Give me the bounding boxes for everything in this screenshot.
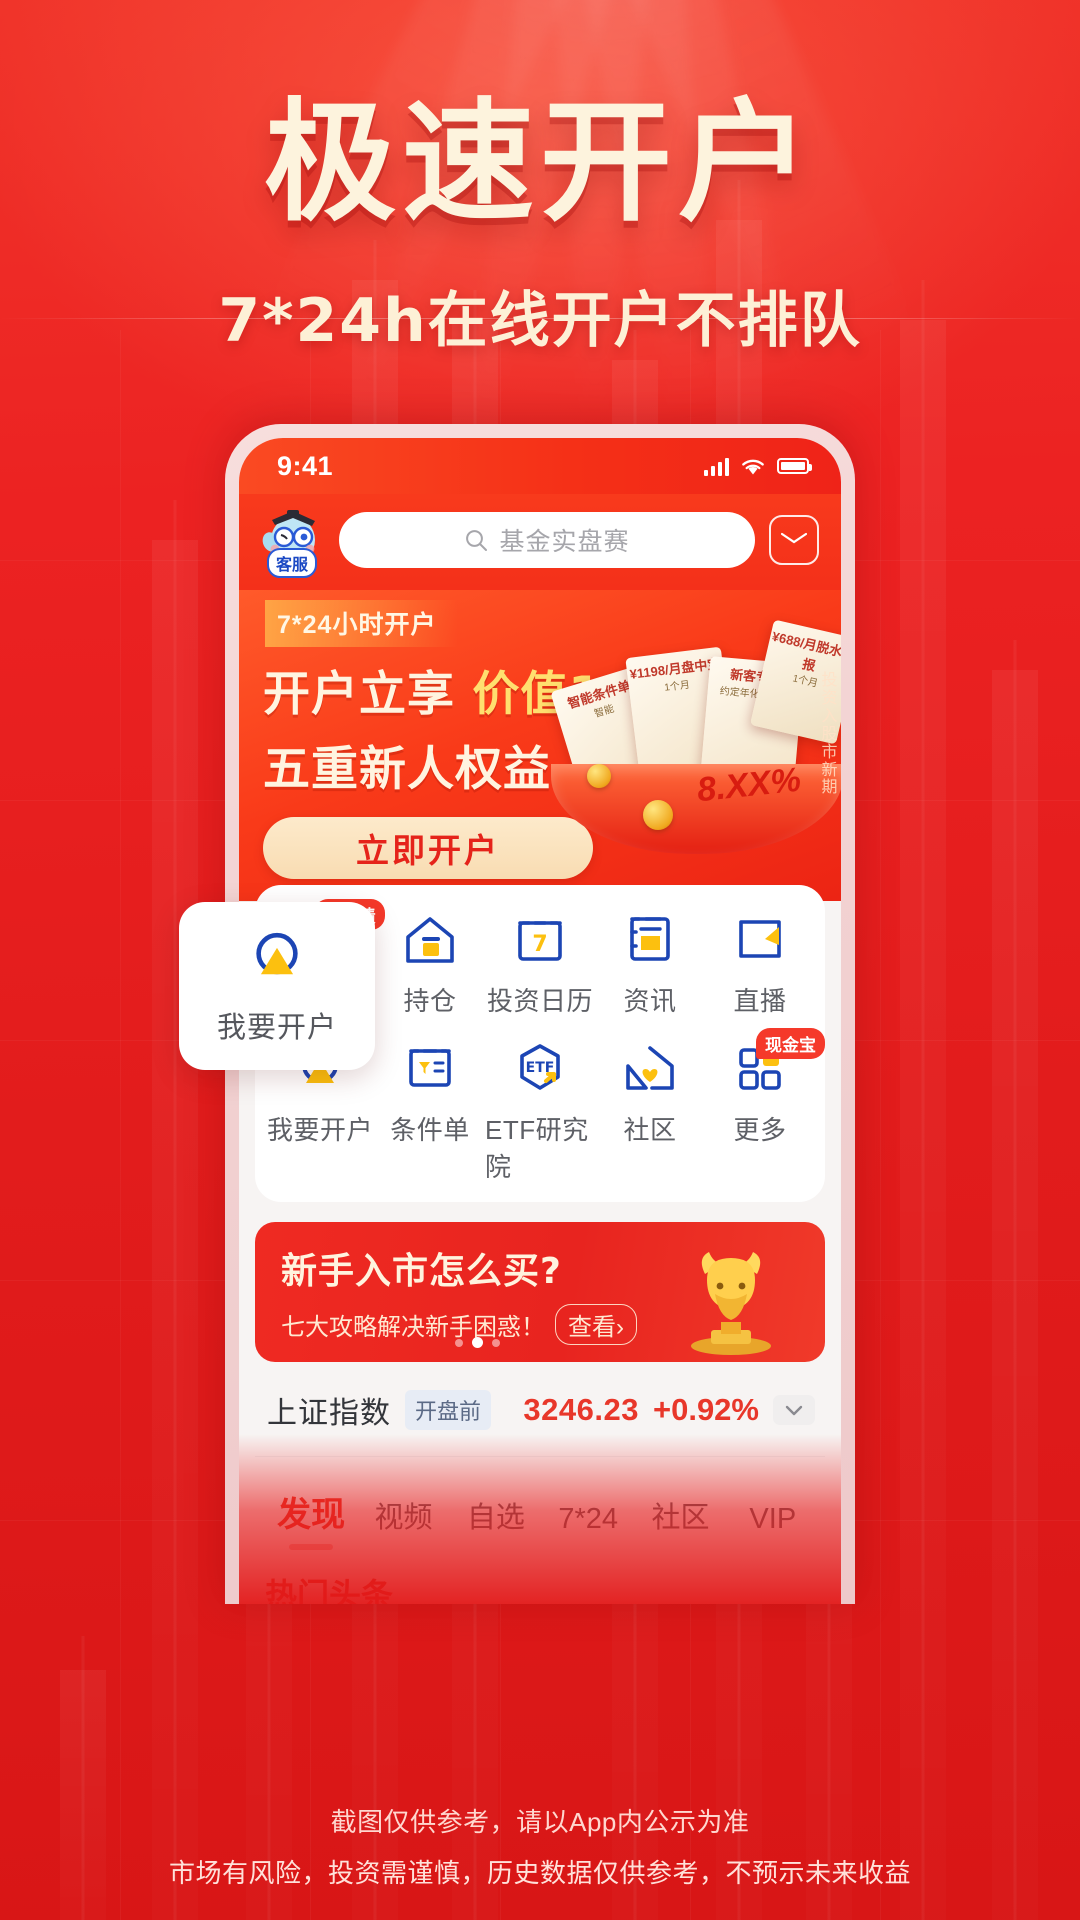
index-status-tag: 开盘前 bbox=[405, 1390, 492, 1430]
page-subtitle: 7*24h在线开户不排队 bbox=[218, 286, 862, 357]
battery-icon bbox=[777, 458, 812, 474]
app-header: 客服 基金实盘赛 bbox=[239, 494, 841, 590]
envelope-icon[interactable] bbox=[769, 515, 819, 565]
status-badge: 现金宝 bbox=[756, 1028, 825, 1059]
grid-item-label: 社区 bbox=[623, 1115, 677, 1145]
hero-section: 极速开户 7*24h在线开户不排队 bbox=[0, 0, 1080, 359]
search-input[interactable]: 基金实盘赛 bbox=[339, 512, 755, 568]
coupon-price: ¥688/月 bbox=[770, 628, 819, 654]
disclaimer-line-1: 截图仅供参考，请以App内公示为准 bbox=[330, 1807, 750, 1837]
golden-bull-icon bbox=[671, 1234, 791, 1358]
open-account-tooltip-card[interactable]: 我要开户 bbox=[179, 902, 375, 1070]
chevron-down-icon[interactable] bbox=[773, 1395, 815, 1425]
bottom-fade-overlay bbox=[239, 1434, 841, 1604]
customer-service-mascot-icon[interactable]: 客服 bbox=[259, 504, 325, 578]
etf-hexagon-icon: ETF bbox=[510, 1038, 570, 1098]
carousel-dots[interactable] bbox=[455, 1337, 500, 1348]
grid-item-holdings[interactable]: 持仓 bbox=[375, 909, 485, 1018]
strip-subtitle: 七大攻略解决新手困惑！ bbox=[281, 1314, 545, 1341]
index-change: +0.92% bbox=[652, 1392, 759, 1427]
grid-item-news[interactable]: 资讯 bbox=[595, 909, 705, 1018]
footer-disclaimer: 截图仅供参考，请以App内公示为准 市场有风险，投资需谨慎，历史数据仅供参考，不… bbox=[0, 1802, 1080, 1920]
grid-item-label: 更多 bbox=[733, 1115, 787, 1145]
index-name: 上证指数 bbox=[267, 1397, 391, 1430]
grid-item-calendar[interactable]: 7 投资日历 bbox=[485, 909, 595, 1018]
open-account-button[interactable]: 立即开户 bbox=[263, 817, 593, 879]
status-bar: 9:41 bbox=[239, 438, 841, 494]
grid-item-more[interactable]: 现金宝 更多 bbox=[705, 1028, 825, 1184]
house-heart-icon bbox=[620, 1038, 680, 1098]
disclaimer-line-2: 市场有风险，投资需谨慎，历史数据仅供参考，不预示未来收益 bbox=[168, 1858, 911, 1888]
promo-banner[interactable]: 智能条件单 智能 ¥1198/月盘中宝 1个月 新客专享 约定年化收益率 ¥688/月… bbox=[239, 590, 841, 901]
grid-item-label: 直播 bbox=[733, 986, 787, 1016]
signal-bars-icon bbox=[704, 457, 729, 476]
grid-item-label: 资讯 bbox=[623, 986, 677, 1016]
grid-item-etf[interactable]: ETF ETF研究院 bbox=[485, 1038, 595, 1184]
status-time: 9:41 bbox=[277, 450, 334, 481]
search-icon bbox=[466, 529, 488, 551]
news-document-icon bbox=[620, 909, 680, 969]
live-play-icon bbox=[730, 909, 790, 969]
grid-item-label: 我要开户 bbox=[266, 1115, 373, 1145]
calendar-7-icon: 7 bbox=[510, 909, 570, 969]
newbie-promo-banner[interactable]: 新手入市怎么买? 七大攻略解决新手困惑！ 查看› bbox=[255, 1222, 825, 1362]
page-title: 极速开户 bbox=[264, 86, 816, 240]
grid-item-community[interactable]: 社区 bbox=[595, 1038, 705, 1184]
grid-item-label: 投资日历 bbox=[486, 986, 593, 1016]
mascot-label: 客服 bbox=[266, 548, 318, 578]
wifi-icon bbox=[742, 459, 764, 474]
svg-text:7: 7 bbox=[532, 932, 547, 957]
tooltip-label: 我要开户 bbox=[216, 1012, 337, 1044]
filter-order-icon bbox=[400, 1038, 460, 1098]
open-account-icon bbox=[246, 926, 308, 988]
house-lock-icon bbox=[400, 909, 460, 969]
search-placeholder: 基金实盘赛 bbox=[499, 528, 630, 556]
promo-side-text: 投资入股市新期 bbox=[821, 672, 839, 797]
strip-view-button[interactable]: 查看› bbox=[555, 1304, 637, 1345]
phone-mockup: 9:41 客服 基金实盘赛 智能条件单 智能 ¥1198/月盘中宝 1个月 新客… bbox=[179, 424, 855, 1604]
coupon-illustration: 智能条件单 智能 ¥1198/月盘中宝 1个月 新客专享 约定年化收益率 ¥688/月… bbox=[547, 614, 841, 854]
grid-item-label: 条件单 bbox=[390, 1115, 470, 1145]
promo-tag: 7*24小时开户 bbox=[265, 600, 459, 647]
grid-item-label: 持仓 bbox=[403, 986, 457, 1016]
grid-item-live[interactable]: 直播 bbox=[705, 909, 815, 1018]
grid-item-conditional-order[interactable]: 条件单 bbox=[375, 1038, 485, 1184]
grid-item-label: ETF研究院 bbox=[485, 1115, 589, 1182]
index-value: 3246.23 bbox=[523, 1392, 639, 1427]
promo-line1-prefix: 开户立享 bbox=[263, 667, 473, 722]
